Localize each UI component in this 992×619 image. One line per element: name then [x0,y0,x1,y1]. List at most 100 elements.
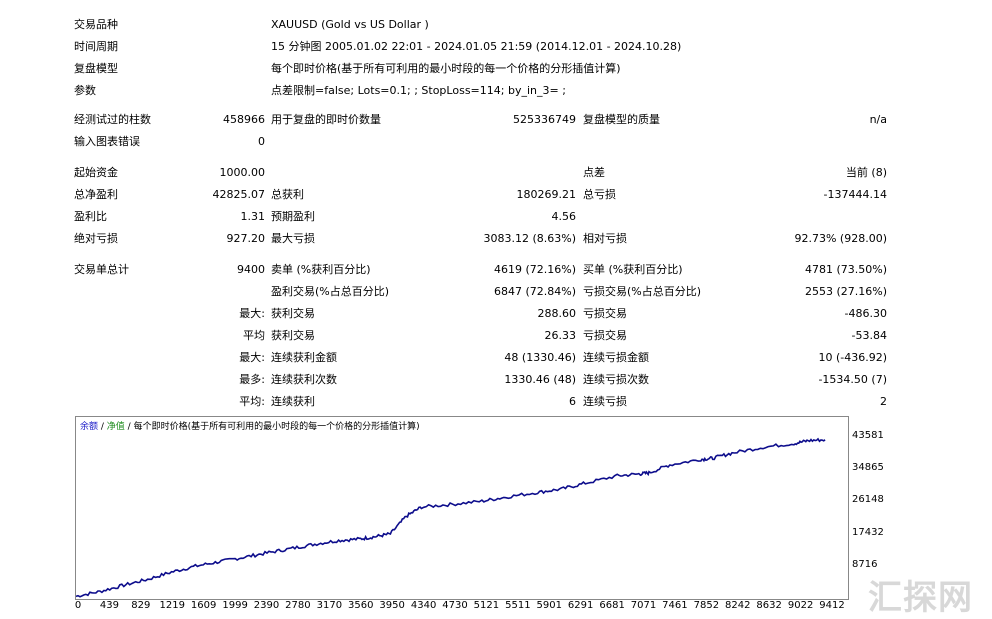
profit-factor-label: 盈利比 [74,210,107,223]
x-tick-label: 0 [74,600,82,611]
gross-profit-value: 180269.21 [516,188,577,201]
short-label: 卖单 (%获利百分比) [271,263,371,276]
balance-chart: 余额 / 净值 / 每个即时价格(基于所有可利用的最小时段的每一个价格的分形插值… [75,416,849,600]
gross-profit-label: 总获利 [271,188,304,201]
max-dd-value: 3083.12 (8.63%) [483,232,576,245]
stat-b-value: 2553 (27.16%) [804,285,887,298]
stat-a-label: 盈利交易(%占总百分比) [271,285,390,298]
stat-prefix: 最大: [239,307,265,320]
abs-dd-label: 绝对亏损 [74,232,118,245]
x-tick-label: 9022 [787,600,814,611]
x-tick-label: 4340 [410,600,437,611]
x-tick-label: 439 [99,600,119,611]
info-label: 交易品种 [74,18,118,31]
stat-b-value: -486.30 [844,307,887,320]
stat-b-value: 10 (-436.92) [818,351,887,364]
info-label: 时间周期 [74,40,118,53]
x-tick-label: 1219 [159,600,185,611]
trades-value: 9400 [237,263,265,276]
info-label: 参数 [74,84,96,97]
bars-value: 458966 [223,113,265,126]
net-value: 42825.07 [212,188,266,201]
stat-a-label: 获利交易 [271,329,315,342]
info-value: XAUUSD (Gold vs US Dollar ) [271,18,429,31]
x-tick-label: 4730 [442,600,468,611]
stat-a-label: 连续获利 [271,395,315,408]
x-tick-label: 829 [131,600,151,611]
stat-b-label: 连续亏损 [583,395,627,408]
stat-a-value: 48 (1330.46) [504,351,576,364]
info-row-symbol: 交易品种 XAUUSD (Gold vs US Dollar ) [0,16,992,34]
x-tick-label: 3950 [379,600,405,611]
x-tick-label: 5901 [536,600,562,611]
trades-label: 交易单总计 [74,263,129,276]
rel-dd-label: 相对亏损 [583,232,627,245]
ticks-value: 525336749 [513,113,576,126]
x-tick-label: 7071 [630,600,657,611]
info-value: 点差限制=false; Lots=0.1; ; StopLoss=114; by… [271,84,566,97]
stat-a-label: 获利交易 [271,307,315,320]
spread-label: 点差 [583,166,605,179]
x-tick-label: 2780 [285,600,311,611]
x-tick-label: 7852 [693,600,720,611]
info-label: 复盘模型 [74,62,118,75]
long-value: 4781 (73.50%) [804,263,887,276]
net-label: 总净盈利 [74,188,118,201]
stat-prefix: 平均 [243,329,265,342]
stat-a-value: 6847 (72.84%) [493,285,576,298]
stats-row: 平均 获利交易 26.33 亏损交易 -53.84 [0,327,992,345]
info-row-period: 时间周期 15 分钟图 2005.01.02 22:01 - 2024.01.0… [0,38,992,56]
x-tick-label: 9412 [819,600,845,611]
stats-row-drawdown: 绝对亏损 927.20 最大亏损 3083.12 (8.63%) 相对亏损 92… [0,230,992,248]
stat-b-label: 连续亏损金额 [583,351,649,364]
stat-b-label: 亏损交易 [583,329,627,342]
stat-a-label: 连续获利次数 [271,373,337,386]
deposit-value: 1000.00 [219,166,266,179]
info-row-model: 复盘模型 每个即时价格(基于所有可利用的最小时段的每一个价格的分形插值计算) [0,60,992,78]
stat-a-value: 1330.46 (48) [504,373,576,386]
stat-prefix: 平均: [239,395,265,408]
x-tick-label: 2390 [253,600,280,611]
stats-row-bars: 经测试过的柱数 458966 用于复盘的即时价数量 525336749 复盘模型… [0,111,992,129]
spread-value: 当前 (8) [845,166,887,179]
bars-label: 经测试过的柱数 [74,113,151,126]
x-tick-label: 8632 [756,600,782,611]
x-tick-label: 1609 [190,600,217,611]
rel-dd-value: 92.73% (928.00) [794,232,887,245]
abs-dd-value: 927.20 [226,232,266,245]
expected-payoff-value: 4.56 [551,210,577,223]
quality-value: n/a [869,113,887,126]
x-tick-label: 5511 [505,600,531,611]
stats-row: 盈利交易(%占总百分比) 6847 (72.84%) 亏损交易(%占总百分比) … [0,283,992,301]
y-tick-label: 26148 [852,494,884,505]
stat-a-value: 26.33 [544,329,577,342]
y-tick-label: 34865 [852,462,884,473]
stat-b-label: 亏损交易 [583,307,627,320]
expected-payoff-label: 预期盈利 [271,210,315,223]
deposit-label: 起始资金 [74,166,118,179]
info-row-params: 参数 点差限制=false; Lots=0.1; ; StopLoss=114;… [0,82,992,100]
info-value: 15 分钟图 2005.01.02 22:01 - 2024.01.05 21:… [271,40,682,53]
y-tick-label: 17432 [852,527,884,538]
stats-row: 最大: 获利交易 288.60 亏损交易 -486.30 [0,305,992,323]
balance-line [76,437,826,598]
stats-row: 最多: 连续获利次数 1330.46 (48) 连续亏损次数 -1534.50 … [0,371,992,389]
stat-b-label: 连续亏损次数 [583,373,649,386]
stats-row-deposit: 起始资金 1000.00 点差 当前 (8) [0,164,992,182]
max-dd-label: 最大亏损 [271,232,315,245]
quality-label: 复盘模型的质量 [583,113,660,126]
stats-row-pf: 盈利比 1.31 预期盈利 4.56 [0,208,992,226]
profit-factor-value: 1.31 [240,210,266,223]
stats-row-trades: 交易单总计 9400 卖单 (%获利百分比) 4619 (72.16%) 买单 … [0,261,992,279]
chart-plot [76,437,826,598]
y-tick-label: 8716 [852,559,878,570]
errors-label: 输入图表错误 [74,135,140,148]
errors-value: 0 [258,135,265,148]
x-tick-label: 5121 [473,600,500,611]
long-label: 买单 (%获利百分比) [583,263,683,276]
stat-b-value: -1534.50 (7) [818,373,887,386]
gross-loss-value: -137444.14 [823,188,887,201]
stat-a-label: 连续获利金额 [271,351,337,364]
stat-a-value: 6 [569,395,576,408]
info-value: 每个即时价格(基于所有可利用的最小时段的每一个价格的分形插值计算) [271,62,621,75]
